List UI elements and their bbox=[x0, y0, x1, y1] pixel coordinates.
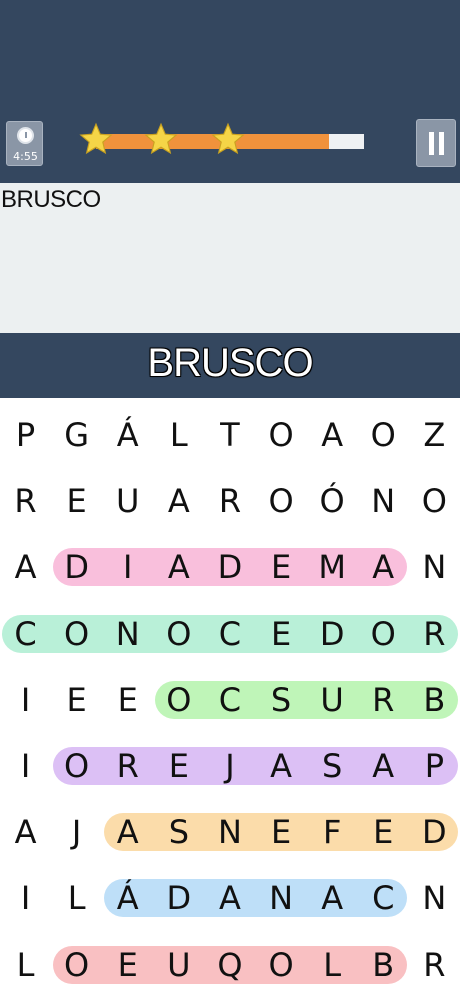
grid-letter[interactable]: N bbox=[358, 471, 408, 531]
grid-letter[interactable]: S bbox=[256, 670, 306, 730]
grid-letter[interactable]: R bbox=[1, 471, 51, 531]
grid-letter[interactable]: T bbox=[205, 405, 255, 465]
grid-letter[interactable]: E bbox=[154, 736, 204, 796]
grid-letter[interactable]: O bbox=[256, 405, 306, 465]
grid-letter[interactable]: J bbox=[52, 802, 102, 862]
timer-value: 4:55 bbox=[13, 150, 38, 163]
grid-letter[interactable]: D bbox=[52, 537, 102, 597]
top-bar: 4:55 bbox=[0, 0, 460, 183]
grid-letter[interactable]: I bbox=[1, 670, 51, 730]
grid-letter[interactable]: O bbox=[52, 604, 102, 664]
grid-letter[interactable]: R bbox=[103, 736, 153, 796]
grid-letter[interactable]: R bbox=[409, 935, 459, 995]
stopwatch-icon bbox=[17, 127, 34, 144]
grid-letter[interactable]: E bbox=[52, 471, 102, 531]
grid-letter[interactable]: R bbox=[205, 471, 255, 531]
grid-letter[interactable]: R bbox=[358, 670, 408, 730]
grid-letter[interactable]: A bbox=[154, 537, 204, 597]
grid-letter[interactable]: E bbox=[256, 604, 306, 664]
grid-letter[interactable]: P bbox=[1, 405, 51, 465]
grid-letter[interactable]: U bbox=[103, 471, 153, 531]
grid-letter[interactable]: Ó bbox=[307, 471, 357, 531]
grid-letter[interactable]: A bbox=[103, 802, 153, 862]
grid-letter[interactable]: L bbox=[52, 868, 102, 928]
grid-letter[interactable]: B bbox=[409, 670, 459, 730]
grid-letter[interactable]: N bbox=[103, 604, 153, 664]
grid-letter[interactable]: B bbox=[358, 935, 408, 995]
grid-letter[interactable]: F bbox=[307, 802, 357, 862]
grid-letter[interactable]: A bbox=[256, 736, 306, 796]
letter-grid[interactable]: PGÁLTOAOZREUAROÓNOADIADEMANCONOCEDORIEEO… bbox=[0, 405, 460, 996]
grid-letter[interactable]: I bbox=[1, 868, 51, 928]
grid-letter[interactable]: N bbox=[205, 802, 255, 862]
grid-letter[interactable]: E bbox=[256, 537, 306, 597]
grid-letter[interactable]: P bbox=[409, 736, 459, 796]
grid-letter[interactable]: R bbox=[409, 604, 459, 664]
grid-letter[interactable]: S bbox=[307, 736, 357, 796]
grid-letter[interactable]: U bbox=[154, 935, 204, 995]
grid-letter[interactable]: Q bbox=[205, 935, 255, 995]
grid-letter[interactable]: N bbox=[409, 868, 459, 928]
grid-letter[interactable]: J bbox=[205, 736, 255, 796]
grid-letter[interactable]: A bbox=[205, 868, 255, 928]
grid-letter[interactable]: I bbox=[103, 537, 153, 597]
grid-letter[interactable]: D bbox=[154, 868, 204, 928]
grid-letter[interactable]: E bbox=[103, 670, 153, 730]
grid-letter[interactable]: N bbox=[409, 537, 459, 597]
grid-letter[interactable]: E bbox=[52, 670, 102, 730]
grid-letter[interactable]: O bbox=[256, 471, 306, 531]
grid-letter[interactable]: O bbox=[409, 471, 459, 531]
grid-letter[interactable]: O bbox=[358, 405, 408, 465]
star-icon bbox=[79, 122, 113, 155]
pause-icon bbox=[429, 132, 434, 155]
grid-letter[interactable]: D bbox=[307, 604, 357, 664]
grid-letter[interactable]: A bbox=[307, 405, 357, 465]
grid-letter[interactable]: C bbox=[1, 604, 51, 664]
grid-letter[interactable]: D bbox=[205, 537, 255, 597]
grid-letter[interactable]: E bbox=[103, 935, 153, 995]
grid-letter[interactable]: C bbox=[358, 868, 408, 928]
grid-letter[interactable]: L bbox=[307, 935, 357, 995]
grid-letter[interactable]: E bbox=[358, 802, 408, 862]
grid-letter[interactable]: L bbox=[154, 405, 204, 465]
grid-letter[interactable]: O bbox=[358, 604, 408, 664]
grid-letter[interactable]: I bbox=[1, 736, 51, 796]
current-word: BRUSCO bbox=[147, 341, 313, 385]
grid-letter[interactable]: O bbox=[52, 736, 102, 796]
grid-letter[interactable]: A bbox=[1, 537, 51, 597]
pause-icon bbox=[439, 132, 444, 155]
grid-letter[interactable]: Á bbox=[103, 405, 153, 465]
grid-letter[interactable]: A bbox=[358, 537, 408, 597]
grid-letter[interactable]: A bbox=[307, 868, 357, 928]
pause-button[interactable] bbox=[416, 119, 456, 167]
grid-letter[interactable]: O bbox=[154, 670, 204, 730]
grid-letter[interactable]: U bbox=[307, 670, 357, 730]
grid-letter[interactable]: A bbox=[358, 736, 408, 796]
grid-letter[interactable]: E bbox=[256, 802, 306, 862]
grid-letter[interactable]: Z bbox=[409, 405, 459, 465]
grid-letter[interactable]: C bbox=[205, 604, 255, 664]
grid-letter[interactable]: L bbox=[1, 935, 51, 995]
grid-letter[interactable]: O bbox=[256, 935, 306, 995]
timer-button[interactable]: 4:55 bbox=[6, 121, 43, 166]
star-icon bbox=[211, 122, 245, 155]
grid-letter[interactable]: O bbox=[154, 604, 204, 664]
grid-letter[interactable]: O bbox=[52, 935, 102, 995]
grid-letter[interactable]: N bbox=[256, 868, 306, 928]
grid-letter[interactable]: C bbox=[205, 670, 255, 730]
grid-letter[interactable]: G bbox=[52, 405, 102, 465]
found-word: BRUSCO bbox=[1, 186, 101, 213]
grid-letter[interactable]: M bbox=[307, 537, 357, 597]
star-icon bbox=[144, 122, 178, 155]
grid-letter[interactable]: S bbox=[154, 802, 204, 862]
grid-letter[interactable]: A bbox=[1, 802, 51, 862]
grid-letter[interactable]: Á bbox=[103, 868, 153, 928]
grid-letter[interactable]: A bbox=[154, 471, 204, 531]
grid-letter[interactable]: D bbox=[409, 802, 459, 862]
